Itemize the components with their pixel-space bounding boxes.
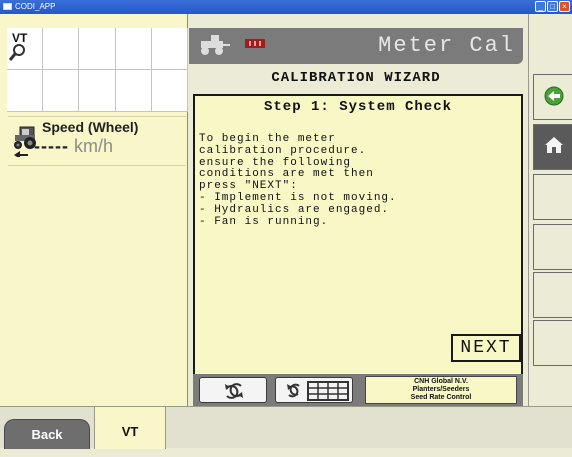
brand-info: CNH Global N.V. Planters/Seeders Seed Ra…	[365, 376, 517, 404]
left-panel: VT Speed (Wheel) ----- km/h	[0, 14, 188, 406]
header-bar: Meter Cal	[189, 28, 523, 64]
step-title: Step 1: System Check	[263, 99, 453, 115]
grid-cell[interactable]	[151, 28, 188, 70]
tab-back[interactable]: Back	[4, 419, 90, 449]
close-button[interactable]: ×	[559, 1, 570, 12]
home-icon	[545, 137, 563, 153]
softkey-empty[interactable]	[533, 320, 572, 366]
page-title: Meter Cal	[378, 33, 515, 58]
title-bar: CODI_APP _ □ ×	[0, 0, 572, 14]
back-arrow-icon	[544, 86, 564, 106]
softkey-empty[interactable]	[533, 224, 572, 270]
footer-bar: CNH Global N.V. Planters/Seeders Seed Ra…	[193, 374, 523, 406]
softkey-empty[interactable]	[533, 272, 572, 318]
rotate-icon	[225, 383, 243, 399]
brand-line: CNH Global N.V.	[414, 378, 468, 385]
grid-cell[interactable]	[115, 70, 152, 112]
rotate-keypad-button[interactable]	[275, 377, 353, 403]
step-instructions: To begin the meter calibration procedure…	[199, 133, 397, 228]
brand-line: Planters/Seeders	[412, 386, 470, 393]
rotate-button[interactable]	[199, 377, 267, 403]
keypad-icon	[287, 381, 349, 401]
grid-cell[interactable]	[151, 70, 188, 112]
app-icon	[3, 3, 12, 10]
vt-logo: VT	[9, 31, 37, 61]
next-button[interactable]: NEXT	[451, 334, 521, 362]
grid-cell[interactable]	[79, 70, 116, 112]
window-title: CODI_APP	[15, 2, 56, 11]
speed-title: Speed (Wheel)	[42, 119, 139, 135]
step-panel: Step 1: System Check To begin the meter …	[193, 94, 523, 376]
grid-cell[interactable]	[115, 28, 152, 70]
grid-cell[interactable]	[7, 70, 44, 112]
speed-value: ----- km/h	[34, 136, 113, 157]
grid-cell[interactable]	[79, 28, 116, 70]
wizard-title: CALIBRATION WIZARD	[271, 70, 441, 86]
speed-readout: Speed (Wheel) ----- km/h	[8, 116, 186, 166]
main-panel: Meter Cal CALIBRATION WIZARD Step 1: Sys…	[189, 14, 528, 406]
maximize-button[interactable]: □	[547, 1, 558, 12]
softkey-home[interactable]	[533, 124, 572, 170]
softkey-empty[interactable]	[533, 174, 572, 220]
tractor-icon	[201, 35, 230, 55]
search-icon	[9, 44, 25, 61]
minimize-button[interactable]: _	[535, 1, 546, 12]
softkey-back[interactable]	[533, 74, 572, 120]
brand-line: Seed Rate Control	[410, 394, 472, 401]
tab-bar: Back VT	[0, 406, 572, 449]
grid-cell[interactable]	[43, 70, 80, 112]
softkey-column	[528, 14, 572, 406]
grid-cell[interactable]	[43, 28, 80, 70]
tab-vt[interactable]: VT	[94, 407, 166, 449]
meter-icon	[245, 39, 265, 48]
speed-unit: km/h	[74, 136, 114, 156]
speed-number: -----	[34, 136, 69, 156]
